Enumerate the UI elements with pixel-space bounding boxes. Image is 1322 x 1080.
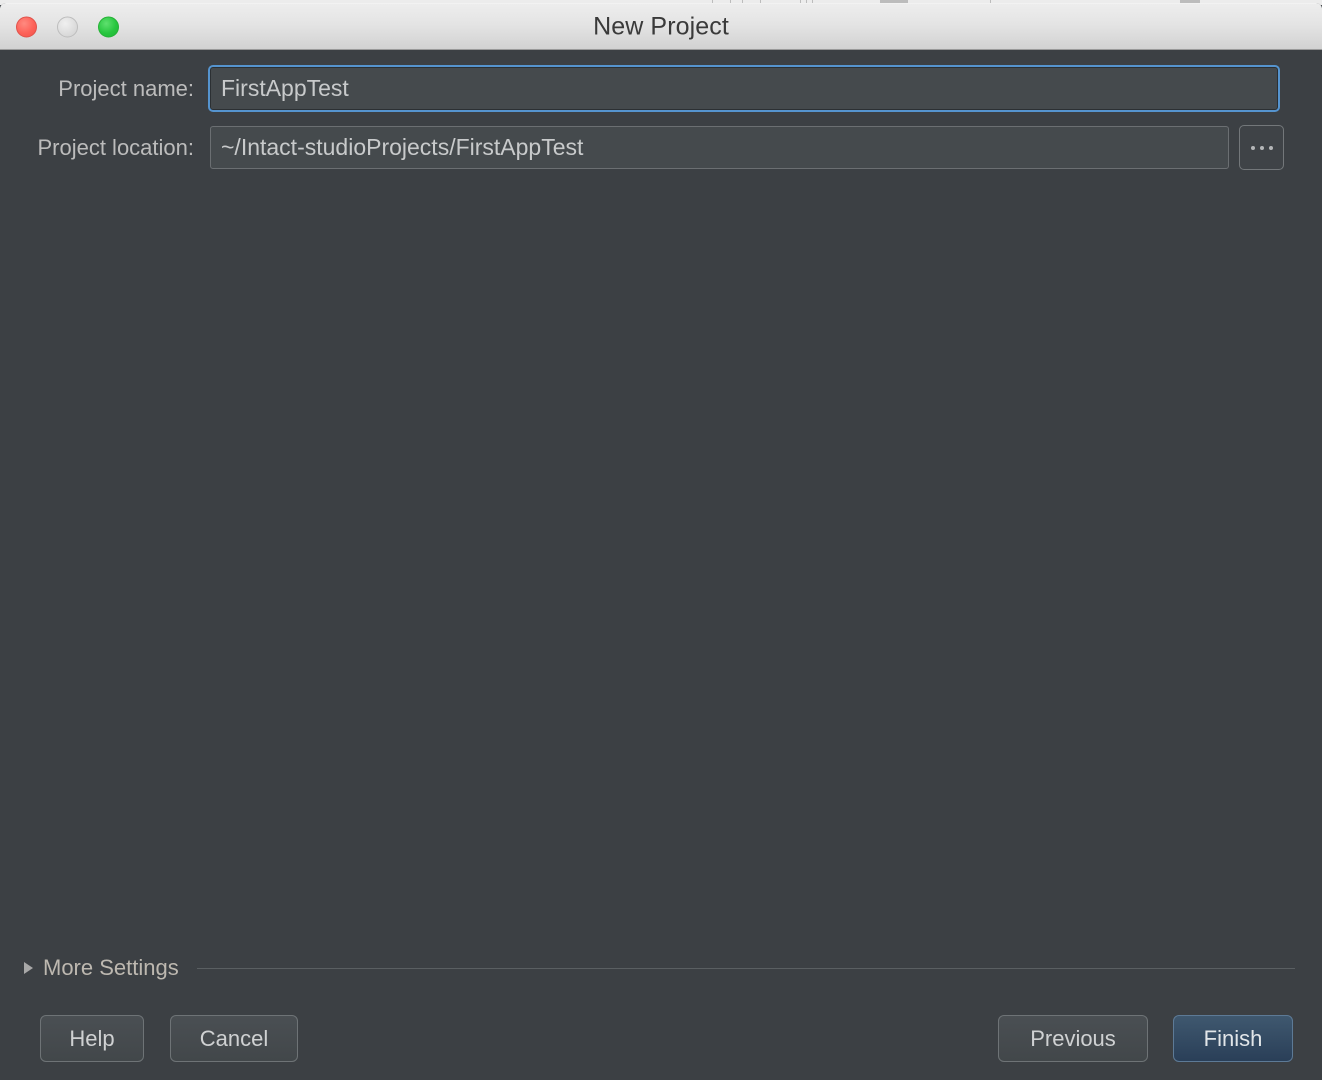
dialog-body: Project name: Project location: More Set…: [0, 50, 1322, 1080]
project-name-input[interactable]: [210, 67, 1278, 110]
project-location-row: Project location:: [0, 125, 1322, 170]
project-name-row: Project name:: [0, 67, 1322, 110]
project-location-input[interactable]: [210, 126, 1229, 169]
titlebar: New Project: [0, 3, 1322, 50]
ellipsis-icon: [1268, 145, 1273, 150]
more-settings-divider: [196, 967, 1295, 969]
window-title: New Project: [593, 12, 729, 40]
cancel-button[interactable]: Cancel: [170, 1015, 298, 1062]
finish-button[interactable]: Finish: [1173, 1015, 1293, 1062]
more-settings-section[interactable]: More Settings: [24, 955, 1295, 981]
previous-button[interactable]: Previous: [998, 1015, 1148, 1062]
dialog-footer: Help Cancel Previous Finish: [0, 1015, 1322, 1075]
browse-location-button[interactable]: [1239, 125, 1284, 170]
footer-left-buttons: Help Cancel: [40, 1015, 298, 1062]
help-button[interactable]: Help: [40, 1015, 144, 1062]
ellipsis-icon: [1250, 145, 1255, 150]
project-location-label: Project location:: [37, 134, 194, 160]
ellipsis-icon: [1259, 145, 1264, 150]
footer-right-buttons: Previous Finish: [998, 1015, 1293, 1062]
chevron-right-icon: [24, 962, 33, 974]
project-name-label: Project name:: [58, 75, 194, 101]
more-settings-label: More Settings: [43, 955, 179, 980]
new-project-dialog: New Project Project name: Project locati…: [0, 3, 1322, 1080]
